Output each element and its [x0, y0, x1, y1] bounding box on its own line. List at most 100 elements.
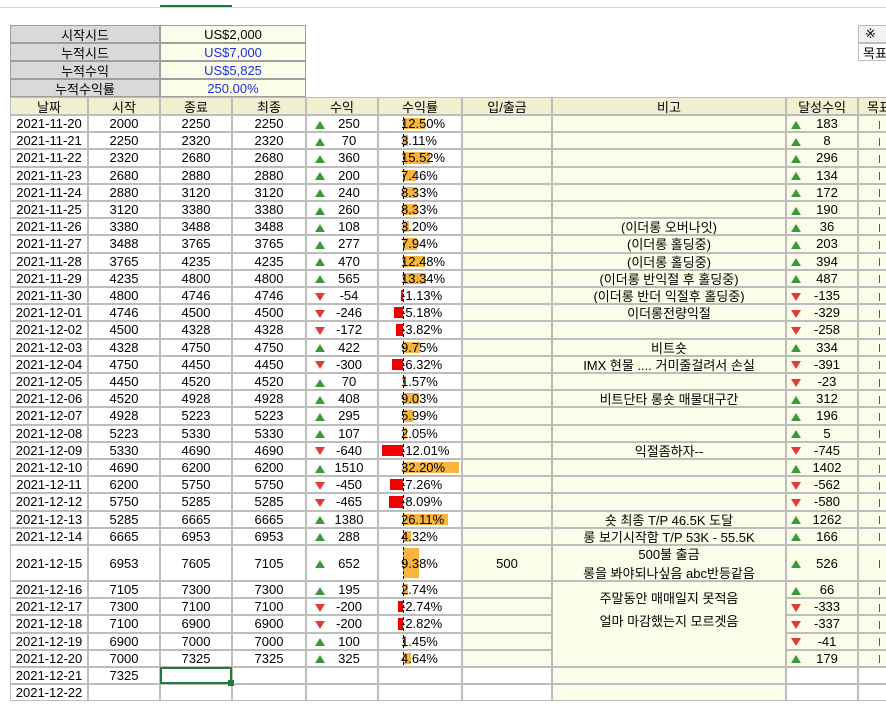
cell-end[interactable]: [160, 684, 232, 702]
cell-note[interactable]: (이더롱 반더 익절후 홀딩중): [552, 287, 786, 305]
cell-start[interactable]: 7300: [88, 598, 160, 616]
cell-target[interactable]: [858, 235, 886, 253]
cell-target[interactable]: [858, 132, 886, 150]
cell-deposit-withdraw[interactable]: [462, 201, 552, 219]
cell-goal-profit[interactable]: [786, 684, 858, 702]
cell-deposit-withdraw[interactable]: [462, 649, 552, 667]
cell-end[interactable]: 4800: [160, 269, 232, 287]
cell-note[interactable]: 숏 최종 T/P 46.5K 도달: [552, 510, 786, 528]
cell-end[interactable]: 4746: [160, 287, 232, 305]
cell-note[interactable]: [552, 321, 786, 339]
cell-target[interactable]: [858, 183, 886, 201]
cell-target[interactable]: [858, 287, 886, 305]
cell-goal-profit[interactable]: 172: [786, 183, 858, 201]
cell-goal-profit[interactable]: -745: [786, 441, 858, 459]
cell-profit[interactable]: 108: [306, 218, 378, 236]
cell-target[interactable]: [858, 149, 886, 167]
cell-start[interactable]: 2680: [88, 166, 160, 184]
cell-profit[interactable]: 295: [306, 407, 378, 425]
cell-target[interactable]: [858, 684, 886, 702]
cell-deposit-withdraw[interactable]: [462, 493, 552, 511]
cell-end[interactable]: 7000: [160, 632, 232, 650]
cell-final[interactable]: 4746: [232, 287, 306, 305]
cell-deposit-withdraw[interactable]: [462, 632, 552, 650]
cell-end[interactable]: 2680: [160, 149, 232, 167]
cell-final[interactable]: [232, 667, 306, 685]
cell-profit[interactable]: 200: [306, 166, 378, 184]
cell-note[interactable]: (이더롱 홀딩중): [552, 252, 786, 270]
cell-note[interactable]: 비트숏: [552, 338, 786, 356]
cell-profit[interactable]: [306, 667, 378, 685]
cell-profit[interactable]: 240: [306, 183, 378, 201]
cell-note[interactable]: (이더롱 홀딩중): [552, 235, 786, 253]
cell-final[interactable]: 4690: [232, 441, 306, 459]
cell-profit[interactable]: 107: [306, 424, 378, 442]
cell-goal-profit[interactable]: 134: [786, 166, 858, 184]
cell-rate[interactable]: 12.50%: [378, 115, 462, 133]
cell-target[interactable]: [858, 545, 886, 581]
cell-final[interactable]: [232, 684, 306, 702]
cell-profit[interactable]: 422: [306, 338, 378, 356]
cell-deposit-withdraw[interactable]: [462, 598, 552, 616]
cell-note[interactable]: [552, 459, 786, 477]
cell-date[interactable]: 2021-12-16: [10, 581, 88, 599]
cell-rate[interactable]: 8.33%: [378, 183, 462, 201]
cell-rate[interactable]: 1.57%: [378, 373, 462, 391]
cell-start[interactable]: 4520: [88, 390, 160, 408]
cell-deposit-withdraw[interactable]: [462, 252, 552, 270]
cell-deposit-withdraw[interactable]: [462, 441, 552, 459]
cell-end[interactable]: 7100: [160, 598, 232, 616]
cell-final[interactable]: 6665: [232, 510, 306, 528]
cell-start[interactable]: 6200: [88, 476, 160, 494]
cell-start[interactable]: 4500: [88, 321, 160, 339]
header-note[interactable]: 비고: [552, 97, 786, 115]
cell-goal-profit[interactable]: 179: [786, 649, 858, 667]
cell-rate[interactable]: -3.82%: [378, 321, 462, 339]
cell-rate[interactable]: 9.75%: [378, 338, 462, 356]
cell-final[interactable]: 6900: [232, 615, 306, 633]
cell-goal-profit[interactable]: 196: [786, 407, 858, 425]
cell-date[interactable]: 2021-12-08: [10, 424, 88, 442]
cell-end[interactable]: 2880: [160, 166, 232, 184]
fill-handle[interactable]: [228, 680, 234, 687]
cell-final[interactable]: 7105: [232, 545, 306, 581]
cell-rate[interactable]: -8.09%: [378, 493, 462, 511]
cell-note[interactable]: [552, 115, 786, 133]
cell-profit[interactable]: 652: [306, 545, 378, 581]
cell-start[interactable]: 7000: [88, 649, 160, 667]
cell-profit[interactable]: -640: [306, 441, 378, 459]
header-io[interactable]: 입/출금: [462, 97, 552, 115]
cell-target[interactable]: [858, 338, 886, 356]
cell-date[interactable]: 2021-12-18: [10, 615, 88, 633]
cell-profit[interactable]: -54: [306, 287, 378, 305]
cell-end[interactable]: 5223: [160, 407, 232, 425]
cell-rate[interactable]: -1.13%: [378, 287, 462, 305]
cell-target[interactable]: [858, 218, 886, 236]
cell-date[interactable]: 2021-12-03: [10, 338, 88, 356]
cell-goal-profit[interactable]: 8: [786, 132, 858, 150]
cell-rate[interactable]: 2.74%: [378, 581, 462, 599]
cell-start[interactable]: 7105: [88, 581, 160, 599]
cell-profit[interactable]: 470: [306, 252, 378, 270]
cell-end[interactable]: 5750: [160, 476, 232, 494]
cell-note[interactable]: [552, 667, 786, 685]
cell-date[interactable]: 2021-11-25: [10, 201, 88, 219]
cell-final[interactable]: 6953: [232, 527, 306, 545]
summary-value-3[interactable]: 250.00%: [160, 79, 306, 97]
cell-end[interactable]: 4450: [160, 355, 232, 373]
cell-goal-profit[interactable]: -333: [786, 598, 858, 616]
cell-profit[interactable]: 565: [306, 269, 378, 287]
cell-end[interactable]: 3488: [160, 218, 232, 236]
header-end[interactable]: 종료: [160, 97, 232, 115]
cell-final[interactable]: 4500: [232, 304, 306, 322]
cell-deposit-withdraw[interactable]: [462, 235, 552, 253]
cell-deposit-withdraw[interactable]: [462, 166, 552, 184]
cell-final[interactable]: 2320: [232, 132, 306, 150]
cell-final[interactable]: 7000: [232, 632, 306, 650]
cell-start[interactable]: 4235: [88, 269, 160, 287]
cell-deposit-withdraw[interactable]: [462, 424, 552, 442]
cell-start[interactable]: 4750: [88, 355, 160, 373]
cell-goal-profit[interactable]: -562: [786, 476, 858, 494]
cell-target[interactable]: [858, 252, 886, 270]
cell-date[interactable]: 2021-11-26: [10, 218, 88, 236]
